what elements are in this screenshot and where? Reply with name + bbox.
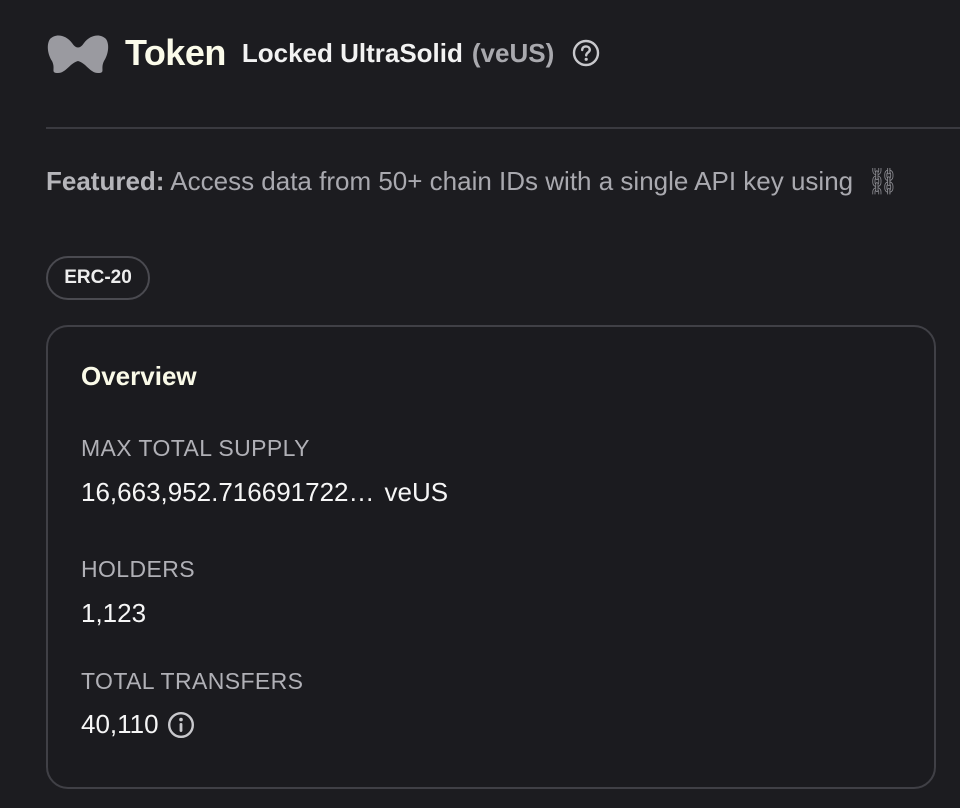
holders-label: HOLDERS (81, 556, 195, 582)
page-title: Token (125, 32, 226, 73)
overview-title: Overview (81, 361, 197, 391)
total-transfers-label: TOTAL TRANSFERS (81, 668, 304, 694)
chain-link-icon: ⛓ (866, 166, 900, 196)
question-circle-icon[interactable] (572, 39, 600, 67)
header-divider (46, 127, 960, 129)
total-transfers-value: 40,110 (81, 709, 159, 739)
token-logo-icon (46, 28, 110, 78)
holders-value: 1,123 (81, 598, 147, 628)
featured-label: Featured: (46, 166, 165, 196)
token-standard-badge: ERC-20 (46, 256, 150, 300)
featured-banner: Featured: Access data from 50+ chain IDs… (46, 166, 899, 197)
token-page: Token Locked UltraSolid (veUS) Featured:… (0, 0, 960, 808)
info-circle-icon[interactable] (167, 711, 195, 739)
max-total-supply-value-row: 16,663,952.716691722… veUS (81, 477, 448, 508)
token-name: Locked UltraSolid (241, 37, 463, 68)
token-symbol: (veUS) (471, 37, 555, 68)
featured-text: Access data from 50+ chain IDs with a si… (170, 166, 854, 196)
max-total-supply-value: 16,663,952.716691722… (81, 477, 375, 507)
max-total-supply-label: MAX TOTAL SUPPLY (81, 435, 310, 461)
token-header: Token Locked UltraSolid (veUS) (46, 28, 600, 78)
max-total-supply-unit: veUS (384, 477, 449, 507)
total-transfers-row: 40,110 (81, 709, 195, 740)
overview-card: Overview MAX TOTAL SUPPLY 16,663,952.716… (46, 325, 936, 789)
